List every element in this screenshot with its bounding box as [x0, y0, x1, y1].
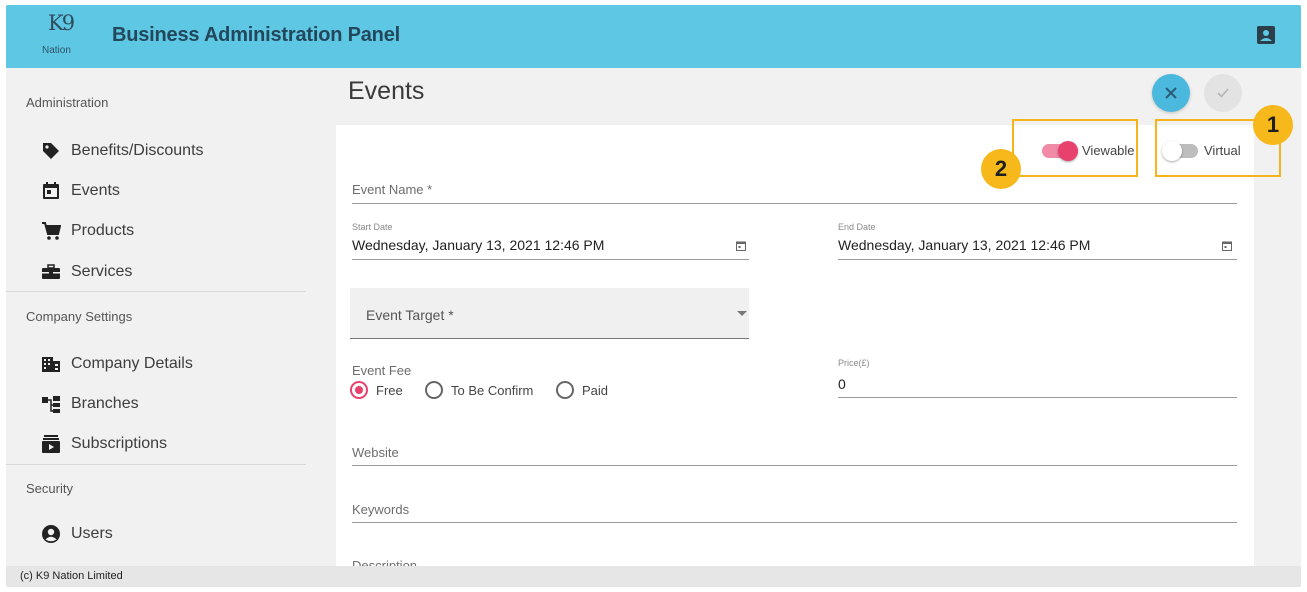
sidebar-item-products[interactable]: Products — [40, 218, 134, 244]
radio-unchecked-icon — [556, 381, 574, 399]
fee-option-label: To Be Confirm — [451, 382, 534, 398]
logo-mark: K9 — [48, 11, 75, 35]
sidebar-item-company-details[interactable]: Company Details — [40, 351, 193, 377]
save-button[interactable] — [1204, 74, 1242, 112]
sidebar-item-label: Users — [71, 525, 113, 542]
price-label: Price(£) — [838, 358, 870, 368]
page-title: Events — [348, 77, 425, 105]
section-administration: Administration — [26, 95, 109, 110]
sidebar-item-services[interactable]: Services — [40, 259, 132, 285]
start-date-underline — [352, 259, 749, 260]
cancel-button[interactable] — [1152, 74, 1190, 112]
cart-icon — [40, 220, 62, 242]
annotation-box-viewable — [1012, 119, 1138, 177]
end-date-underline — [838, 259, 1237, 260]
sidebar-item-label: Company Details — [71, 355, 193, 372]
keywords-field[interactable]: Keywords — [352, 502, 409, 517]
toolbox-icon — [40, 261, 62, 283]
sidebar-item-label: Events — [71, 182, 120, 199]
footer: (c) K9 Nation Limited — [6, 566, 1301, 587]
event-fee-label: Event Fee — [352, 363, 412, 378]
building-icon — [40, 353, 62, 375]
event-name-field[interactable]: Event Name * — [352, 182, 432, 197]
sidebar-item-label: Subscriptions — [71, 435, 168, 452]
check-icon — [1217, 88, 1229, 98]
event-form-card: Viewable Virtual Event Name * Start Date… — [336, 125, 1254, 566]
footer-copyright: (c) K9 Nation Limited — [20, 570, 123, 582]
start-date-label: Start Date — [352, 222, 393, 232]
end-date-calendar-icon[interactable] — [1222, 241, 1232, 251]
start-date-input[interactable]: Wednesday, January 13, 2021 12:46 PM — [352, 237, 604, 253]
sidebar: Administration Benefits/Discounts Events… — [6, 68, 306, 566]
keywords-underline — [352, 522, 1237, 523]
annotation-badge-2: 2 — [981, 149, 1021, 189]
account-box-icon[interactable] — [1257, 26, 1275, 44]
sidebar-item-label: Benefits/Discounts — [71, 142, 204, 159]
website-underline — [352, 465, 1237, 466]
sidebar-divider — [6, 291, 306, 292]
event-target-label: Event Target * — [366, 307, 454, 323]
event-target-select[interactable]: Event Target * — [350, 288, 749, 339]
start-date-calendar-icon[interactable] — [736, 241, 746, 251]
section-company-settings: Company Settings — [26, 309, 133, 324]
event-name-underline — [352, 203, 1237, 204]
description-field[interactable]: Description — [352, 558, 417, 566]
sidebar-item-subscriptions[interactable]: Subscriptions — [40, 431, 167, 457]
fee-radio-paid[interactable]: Paid — [556, 381, 608, 399]
fee-radio-to-be-confirm[interactable]: To Be Confirm — [425, 381, 533, 399]
end-date-label: End Date — [838, 222, 876, 232]
fee-option-label: Free — [376, 382, 403, 398]
fee-option-label: Paid — [582, 382, 609, 398]
website-field[interactable]: Website — [352, 445, 399, 460]
annotation-badge-1: 1 — [1253, 105, 1293, 145]
sidebar-item-label: Services — [71, 263, 133, 280]
branches-icon — [40, 393, 62, 415]
sidebar-item-branches[interactable]: Branches — [40, 391, 139, 417]
radio-unchecked-icon — [425, 381, 443, 399]
sidebar-item-events[interactable]: Events — [40, 178, 120, 204]
top-bar: K9 Nation Business Administration Panel — [6, 5, 1301, 68]
close-icon — [1165, 87, 1177, 99]
subscriptions-icon — [40, 433, 62, 455]
fee-radio-free[interactable]: Free — [350, 381, 403, 399]
app-title: Business Administration Panel — [112, 24, 400, 46]
logo-text: Nation — [42, 45, 71, 56]
k9-nation-logo[interactable]: K9 Nation — [42, 11, 92, 63]
sidebar-item-label: Products — [71, 222, 135, 239]
sidebar-item-label: Branches — [71, 395, 139, 412]
price-input[interactable]: 0 — [838, 376, 846, 392]
radio-checked-icon — [350, 381, 368, 399]
sidebar-divider — [6, 464, 306, 465]
sidebar-item-users[interactable]: Users — [40, 521, 113, 547]
end-date-input[interactable]: Wednesday, January 13, 2021 12:46 PM — [838, 237, 1090, 253]
section-security: Security — [26, 481, 73, 496]
user-circle-icon — [40, 523, 62, 545]
calendar-icon — [40, 180, 62, 202]
app-window: K9 Nation Business Administration Panel … — [6, 5, 1301, 587]
price-underline — [838, 397, 1237, 398]
sidebar-item-benefits-discounts[interactable]: Benefits/Discounts — [40, 138, 204, 164]
tag-icon — [40, 140, 62, 162]
dropdown-arrow-icon — [737, 311, 747, 316]
